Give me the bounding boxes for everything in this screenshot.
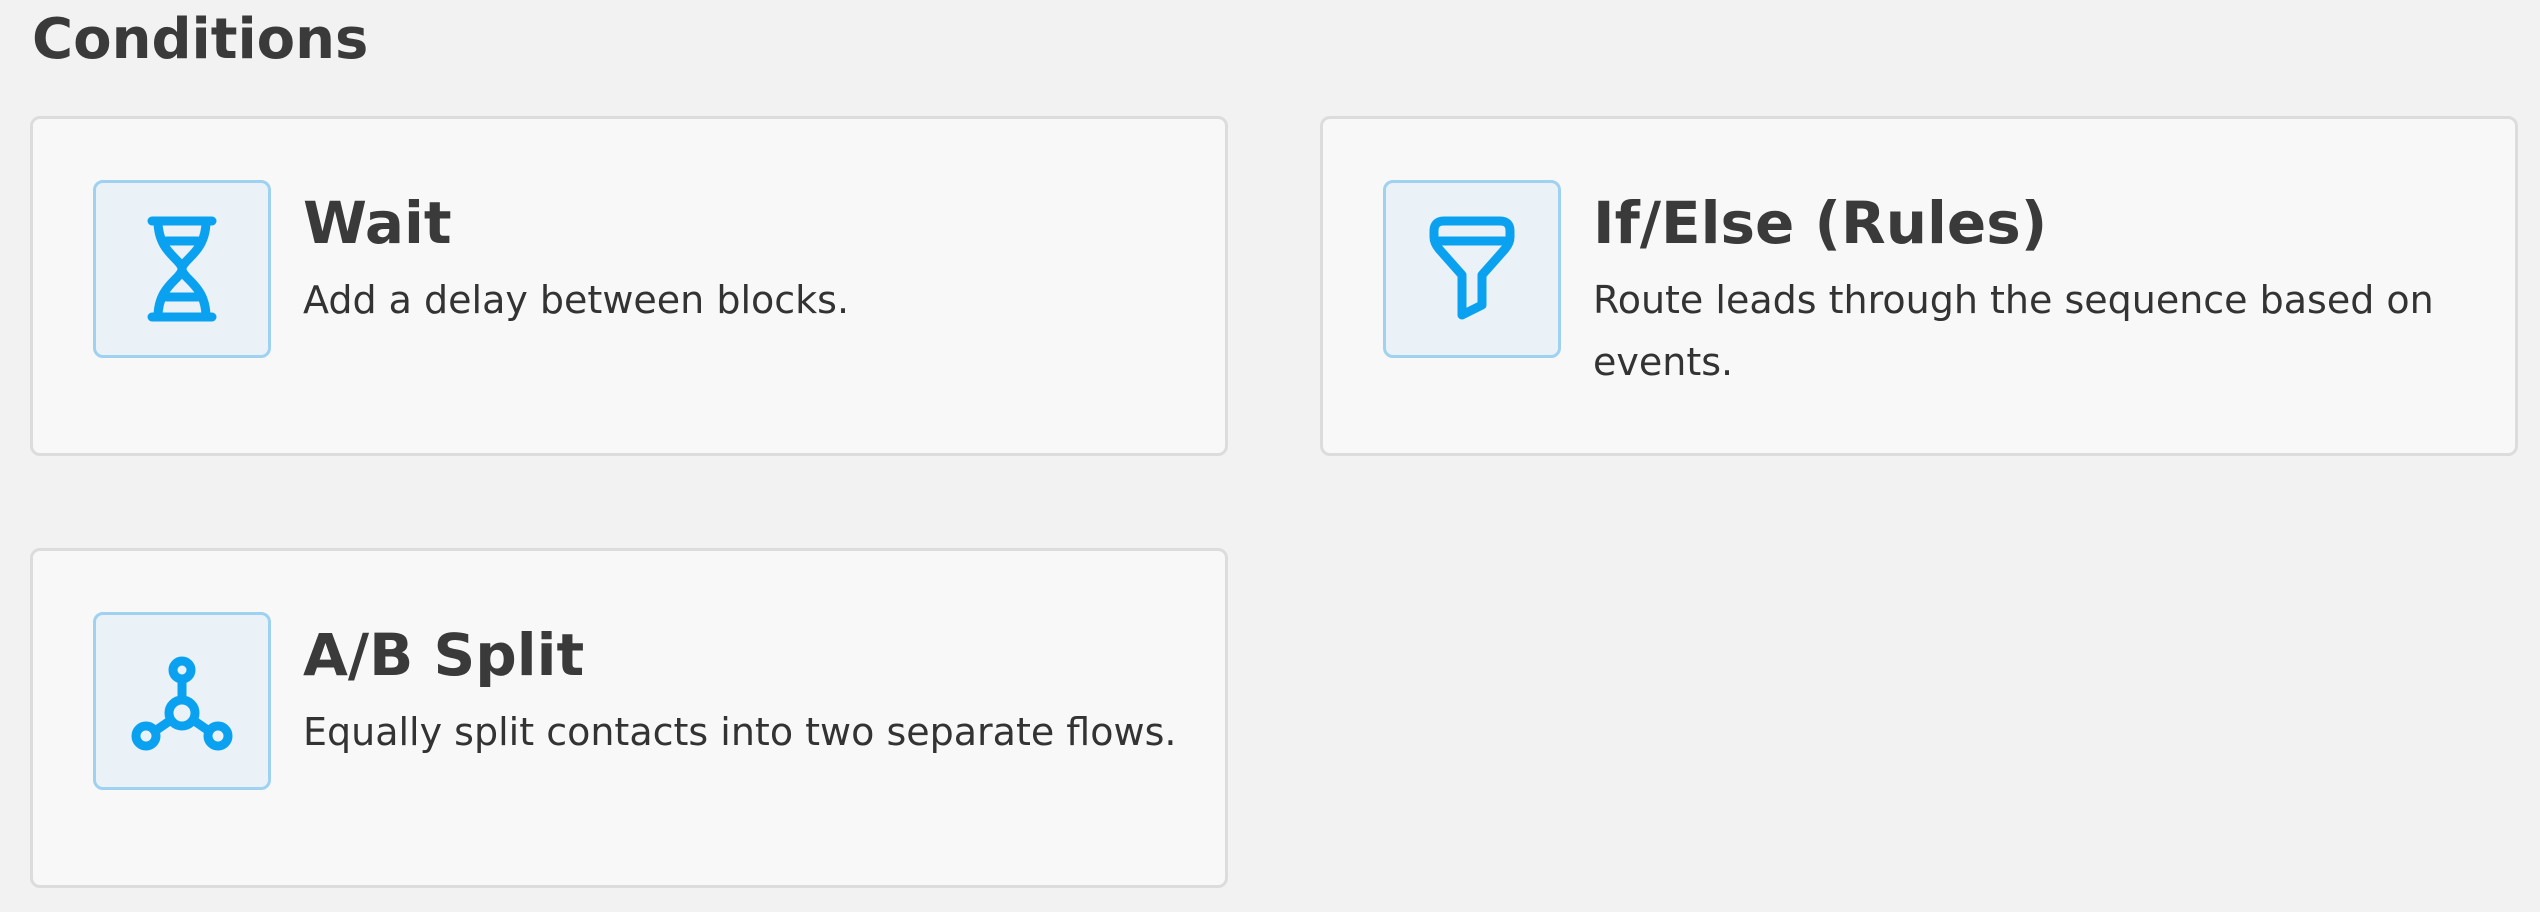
if-else-title: If/Else (Rules) [1593, 189, 2048, 257]
ab-split-card[interactable]: A/B Split Equally split contacts into tw… [30, 548, 1228, 888]
if-else-description: Route leads through the sequence based o… [1593, 278, 2434, 384]
section-title: Conditions [32, 7, 369, 72]
ab-split-title: A/B Split [303, 621, 585, 689]
if-else-card[interactable]: If/Else (Rules) Route leads through the … [1320, 116, 2518, 456]
if-else-icon-box [1383, 180, 1561, 358]
wait-title: Wait [303, 189, 452, 257]
split-branch-icon [131, 656, 233, 751]
filter-funnel-icon [1429, 216, 1515, 320]
wait-icon-box [93, 180, 271, 358]
hourglass-icon [147, 216, 217, 322]
ab-split-description: Equally split contacts into two separate… [303, 710, 1177, 754]
wait-card[interactable]: Wait Add a delay between blocks. [30, 116, 1228, 456]
wait-description: Add a delay between blocks. [303, 278, 850, 322]
ab-split-icon-box [93, 612, 271, 790]
